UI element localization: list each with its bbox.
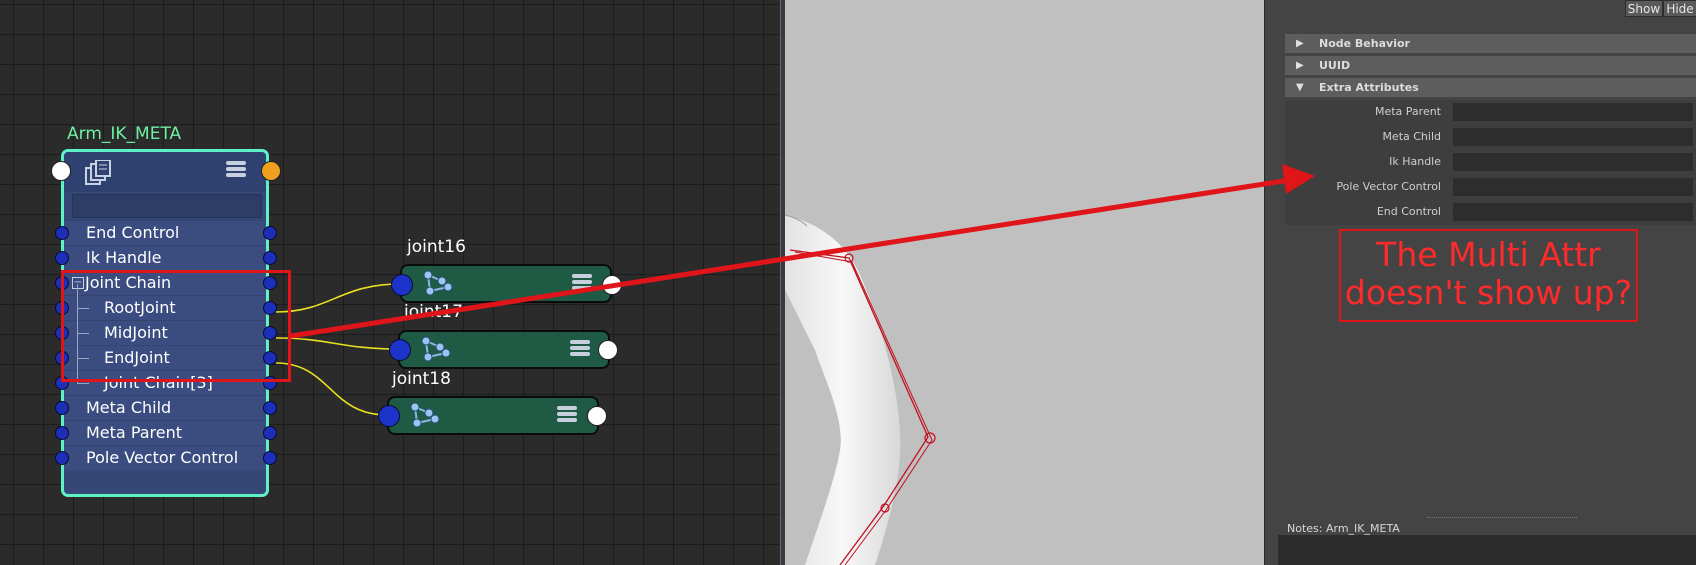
annotation-callout: The Multi Attr doesn't show up? [1339,229,1638,322]
joint17-node[interactable] [398,330,610,369]
meta-child-field[interactable] [1453,128,1693,146]
node-menu-icon[interactable] [572,274,592,292]
joint16-title: joint16 [407,237,466,257]
pole-vector-control-field[interactable] [1453,178,1693,196]
joint17-output-port[interactable] [598,340,618,360]
wire-mid-to-joint17 [275,337,399,350]
ik-handle-field[interactable] [1453,153,1693,171]
joint-icon [421,336,451,362]
annotation-line-1: The Multi Attr [1376,235,1601,274]
wire-end-to-joint18 [275,362,388,416]
section-extra-attributes[interactable]: ▼ Extra Attributes [1285,78,1696,97]
joint16-input-port[interactable] [391,274,413,296]
annotation-line-2: doesn't show up? [1344,273,1633,312]
joint-icon [423,270,453,296]
joint17-title: joint17 [404,302,463,322]
attr-end-control: End Control m [1285,200,1696,225]
end-control-field[interactable] [1453,203,1693,221]
highlight-box [61,270,291,382]
joint18-node[interactable] [387,396,599,435]
joint17-input-port[interactable] [389,339,411,361]
notes-label: Notes: Arm_IK_META [1287,522,1400,535]
section-uuid[interactable]: ▶ UUID [1285,56,1696,75]
joint18-input-port[interactable] [378,405,400,427]
expand-arrow-icon: ▶ [1296,60,1304,71]
notes-field[interactable] [1278,535,1696,565]
node-menu-icon[interactable] [557,406,577,424]
section-node-behavior[interactable]: ▶ Node Behavior [1285,34,1696,53]
show-button[interactable]: Show [1625,0,1663,17]
node-editor-canvas[interactable]: Arm_IK_META End Control Ik Handle − Join… [0,0,780,565]
hide-button[interactable]: Hide [1663,0,1696,17]
meta-parent-field[interactable] [1453,103,1693,121]
expand-arrow-icon: ▶ [1296,38,1304,49]
joint-icon [410,402,440,428]
collapse-arrow-icon: ▼ [1296,82,1304,93]
joint18-title: joint18 [392,369,451,389]
character-arm-mesh [785,214,936,565]
joint18-output-port[interactable] [587,406,607,426]
attr-pole-vector-control: Pole Vector Control m [1285,175,1696,200]
notes-divider[interactable] [1427,517,1577,519]
wire-root-to-joint16 [275,283,401,313]
3d-viewport[interactable] [785,0,1264,565]
joint16-node[interactable] [400,264,612,303]
node-menu-icon[interactable] [570,340,590,358]
attr-ik-handle: Ik Handle m [1285,150,1696,175]
attr-meta-parent: Meta Parent m [1285,100,1696,125]
attr-meta-child: Meta Child m [1285,125,1696,150]
joint16-output-port[interactable] [602,275,622,295]
